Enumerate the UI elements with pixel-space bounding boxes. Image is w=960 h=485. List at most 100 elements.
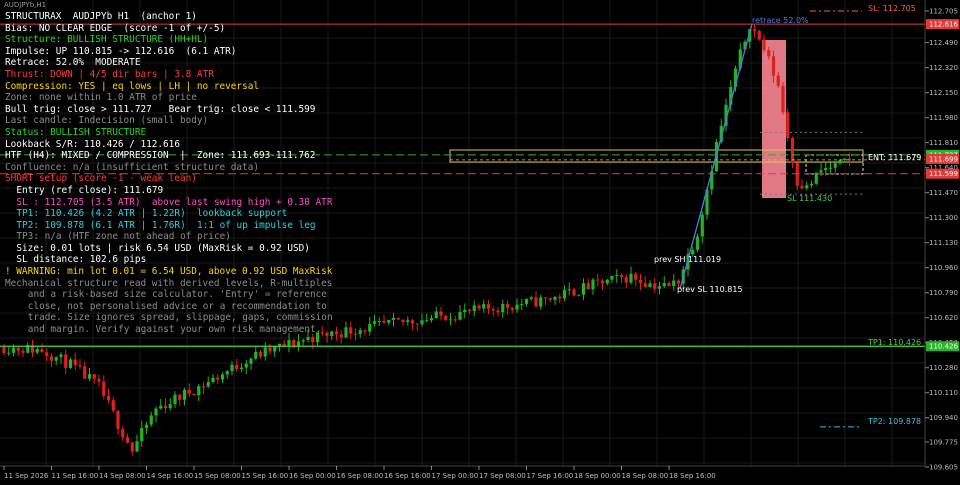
- candle-body: [615, 274, 619, 276]
- candle-body: [790, 137, 795, 163]
- candle-body: [35, 349, 39, 353]
- panel-line: STRUCTURAX AUDJPYb H1 (anchor 1): [5, 11, 197, 22]
- candle-body: [667, 282, 671, 287]
- candle-body: [472, 305, 476, 311]
- candle-body: [543, 297, 548, 299]
- window-title: AUDJPYb,H1: [4, 1, 46, 9]
- candle-body: [40, 349, 44, 353]
- panel-line: Size: 0.01 lots | risk 6.54 USD (MaxRisk…: [16, 242, 310, 254]
- candle-body: [349, 327, 353, 334]
- price-tag-label: 112.616: [929, 21, 958, 29]
- candle-body: [106, 395, 111, 401]
- entry-label: ENT: 111.679: [868, 153, 921, 162]
- candle-body: [562, 290, 567, 299]
- price-tick-label: 112.705: [929, 8, 958, 16]
- candle-body: [838, 159, 842, 164]
- price-tick-label: 110.960: [929, 264, 958, 272]
- candle-body: [173, 394, 177, 405]
- candle-body: [168, 404, 172, 409]
- panel-line: Structure: BULLISH STRUCTURE (HH+HL): [5, 34, 209, 46]
- candle-body: [676, 280, 681, 284]
- candle-body: [672, 280, 676, 287]
- candle-body: [154, 408, 158, 416]
- candle-body: [501, 303, 505, 313]
- candle-body: [211, 377, 215, 383]
- candle-body: [368, 323, 372, 332]
- candle-body: [182, 389, 187, 400]
- candle-body: [135, 441, 139, 452]
- time-tick-label: 16 Sep 00:00: [289, 472, 336, 480]
- candle-body: [311, 337, 315, 343]
- candle-body: [581, 283, 586, 295]
- candle-body: [586, 283, 590, 290]
- time-tick-label: 18 Sep 00:00: [574, 472, 621, 480]
- candle-body: [225, 371, 229, 375]
- candle-body: [144, 424, 149, 428]
- candle-body: [121, 428, 125, 438]
- sl-swing-label: SL 111.430: [787, 194, 832, 203]
- candle-body: [125, 437, 130, 443]
- candle-body: [263, 347, 267, 357]
- candle-body: [7, 352, 11, 354]
- candle-body: [97, 378, 101, 382]
- panel-line: SL distance: 102.6 pips: [16, 254, 147, 266]
- sl-level-label: SL: 112.705: [868, 4, 916, 13]
- candle-body: [434, 311, 438, 319]
- candle-body: [415, 323, 419, 325]
- candle-body: [49, 356, 54, 361]
- price-tick-label: 110.620: [929, 314, 958, 322]
- candle-body: [149, 415, 153, 425]
- candle-body: [83, 366, 87, 379]
- candle-body: [610, 275, 614, 280]
- panel-line: trade. Size ignores spread, slippage, ga…: [27, 312, 333, 324]
- candle-body: [643, 283, 647, 287]
- panel-line: Status: BULLISH STRUCTURE: [5, 126, 147, 138]
- candle-body: [116, 410, 120, 429]
- candle-body: [805, 185, 809, 189]
- candle-body: [596, 279, 600, 281]
- candle-body: [111, 400, 115, 411]
- candle-body: [220, 374, 225, 380]
- panel-line: SL : 112.705 (3.5 ATR) above last swing …: [16, 196, 333, 208]
- panel-line: ! WARNING: min lot 0.01 = 6.54 USD, abov…: [5, 266, 333, 278]
- candle-body: [657, 286, 662, 289]
- candle-body: [781, 85, 785, 113]
- panel-line: Lookback S/R: 110.426 / 112.616: [5, 138, 180, 150]
- time-tick-label: 11 Sep 16:00: [52, 472, 99, 480]
- candle-body: [102, 381, 106, 396]
- time-tick-label: 14 Sep 08:00: [99, 472, 146, 480]
- candle-body: [510, 307, 514, 310]
- retrace-label: retrace 52.0%: [752, 16, 809, 25]
- price-tick-label: 111.130: [929, 239, 958, 247]
- panel-line: Compression: YES | eq lows | LH | no rev…: [5, 80, 259, 92]
- prev-swing-high-label: prev SH 111.019: [654, 255, 721, 264]
- candle-body: [59, 354, 63, 358]
- candle-body: [282, 343, 286, 346]
- candle-body: [539, 297, 543, 307]
- candle-body: [230, 364, 234, 372]
- candle-body: [45, 352, 49, 357]
- candle-body: [767, 50, 771, 57]
- time-tick-label: 16 Sep 16:00: [384, 472, 431, 480]
- candle-body: [843, 158, 847, 160]
- candle-body: [420, 320, 424, 325]
- candle-body: [600, 280, 605, 284]
- panel-line: Zone: none within 1.0 ATR of price: [5, 92, 197, 104]
- candle-body: [828, 167, 833, 169]
- candle-body: [776, 75, 780, 86]
- price-tick-label: 110.280: [929, 364, 958, 372]
- panel-line: Retrace: 52.0% MODERATE: [5, 57, 141, 69]
- candle-body: [505, 303, 510, 308]
- panel-line: Confluence: n/a (insufficient structure …: [5, 161, 259, 173]
- structurax-info-panel: STRUCTURAX AUDJPYb H1 (anchor 1) Bias: NO…: [5, 11, 335, 336]
- candle-body: [401, 319, 405, 323]
- price-tick-label: 109.940: [929, 414, 958, 422]
- candle-body: [477, 305, 481, 309]
- candle-body: [439, 311, 443, 316]
- candle-body: [197, 386, 201, 396]
- candle-body: [529, 297, 533, 299]
- candle-body: [159, 405, 163, 409]
- candle-body: [629, 273, 633, 283]
- candle-body: [87, 374, 92, 379]
- candle-body: [567, 289, 571, 291]
